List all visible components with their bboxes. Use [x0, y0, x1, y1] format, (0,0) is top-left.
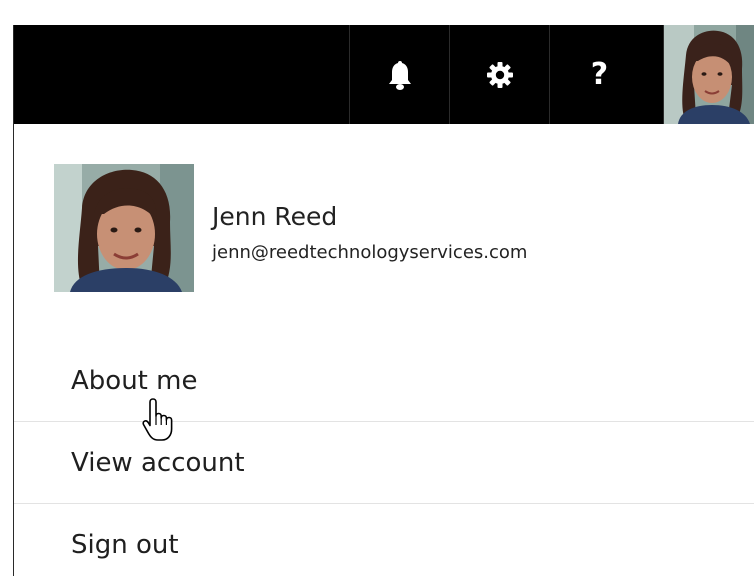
help-icon: ?	[590, 56, 609, 92]
account-panel: Jenn Reed jenn@reedtechnologyservices.co…	[14, 124, 754, 576]
menu-item-label: About me	[71, 366, 198, 396]
bell-icon	[388, 59, 412, 91]
menu-item-about-me[interactable]: About me	[14, 340, 754, 422]
account-flyout: ? Jenn Reed jenn@reedtechnologyservices.…	[0, 0, 754, 576]
gear-icon	[486, 61, 513, 88]
settings-button[interactable]	[449, 25, 549, 124]
menu-item-sign-out[interactable]: Sign out	[14, 504, 754, 586]
profile-avatar[interactable]	[54, 164, 194, 292]
menu-item-view-account[interactable]: View account	[14, 422, 754, 504]
user-email: jenn@reedtechnologyservices.com	[212, 242, 528, 263]
account-menu: About me View account Sign out	[14, 340, 754, 586]
top-toolbar: ?	[14, 25, 754, 124]
menu-item-label: View account	[71, 448, 245, 478]
toolbar-avatar[interactable]	[663, 25, 754, 124]
user-name: Jenn Reed	[212, 202, 338, 231]
notifications-button[interactable]	[349, 25, 449, 124]
help-button[interactable]: ?	[549, 25, 649, 124]
menu-item-label: Sign out	[71, 530, 179, 560]
hand-cursor-icon	[140, 397, 180, 443]
